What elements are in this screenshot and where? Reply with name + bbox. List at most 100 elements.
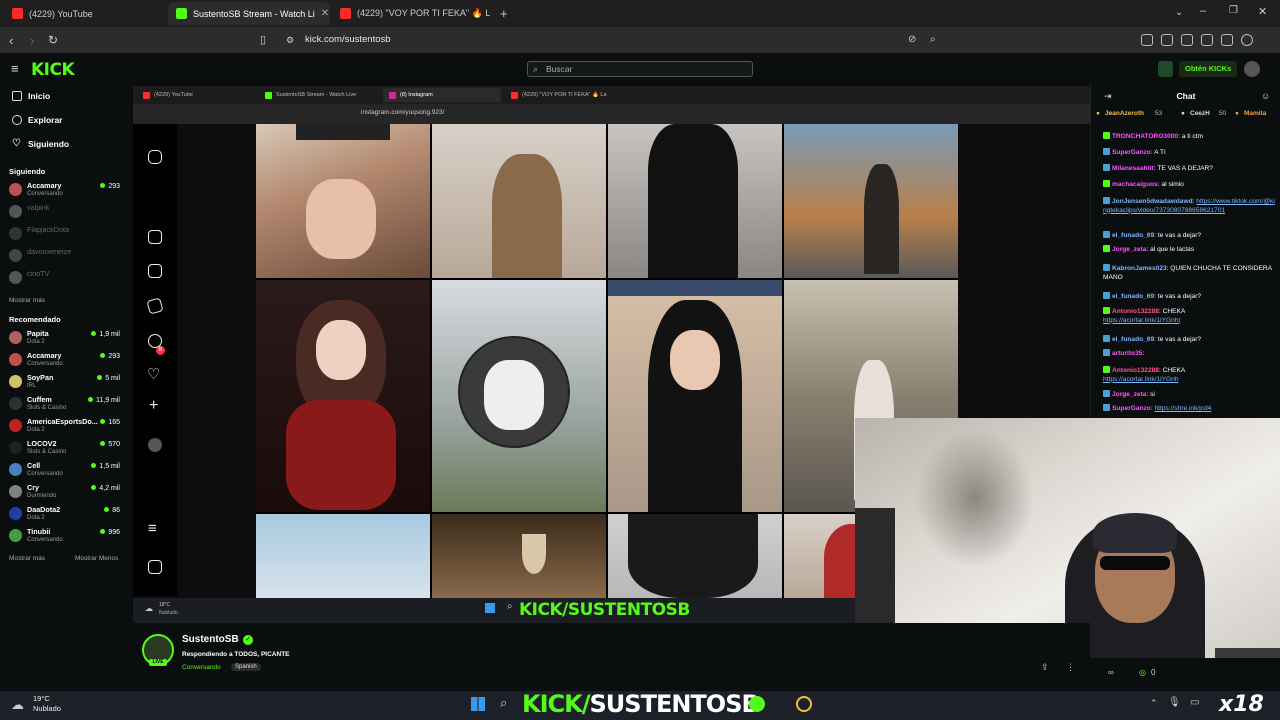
sidebar-channel[interactable]: DaaDota2 Dota 2 86: [9, 505, 124, 525]
sidebar-channel[interactable]: LOCOV2 Slots & Casino 570: [9, 439, 124, 459]
browser-tab-kick[interactable]: SustentoSB Stream - Watch Li ✕: [168, 2, 330, 25]
taskbar-weather[interactable]: 19°C Nublado: [33, 694, 61, 714]
downloads-icon[interactable]: [1221, 34, 1233, 46]
chat-username[interactable]: Jorge_zeta: [1112, 391, 1146, 398]
viewer-count: 86: [104, 507, 120, 514]
show-less-recommended[interactable]: Mostrar Menos: [75, 555, 118, 562]
close-tab-icon[interactable]: ✕: [490, 8, 494, 19]
mute-site-icon[interactable]: ⊘: [908, 34, 916, 45]
new-tab-icon[interactable]: +: [500, 6, 508, 21]
close-tab-icon[interactable]: ✕: [315, 8, 329, 19]
close-window-icon[interactable]: ✕: [1258, 5, 1267, 18]
vpn-icon[interactable]: [1241, 34, 1253, 46]
browser-tab-youtube-2[interactable]: (4229) "VOY POR TI FEKA" 🔥 L ✕: [332, 2, 494, 25]
minimize-icon[interactable]: –: [1200, 5, 1206, 17]
weather-desc: Nublado: [33, 704, 61, 713]
nav-home[interactable]: Inicio: [12, 91, 50, 101]
sidebar-channel[interactable]: Accamary Conversando 293: [9, 351, 124, 371]
share-icon[interactable]: ⇪: [1041, 662, 1049, 673]
ig-threads-icon: [148, 560, 162, 574]
chat-username[interactable]: machacaiguos: [1112, 181, 1158, 188]
maximize-icon[interactable]: ❐: [1229, 5, 1238, 16]
sidebar-toggle-icon[interactable]: [1181, 34, 1193, 46]
microphone-icon[interactable]: 🎙: [1168, 697, 1181, 708]
chat-users-icon[interactable]: ☺: [1261, 91, 1270, 101]
chat-username[interactable]: arturito35: [1112, 350, 1142, 357]
chat-username[interactable]: Jorge_zeta: [1112, 246, 1146, 253]
sidebar-channel[interactable]: Accamary Conversando 293: [9, 181, 124, 201]
sidebar-channel[interactable]: valpink: [9, 203, 124, 223]
network-icon[interactable]: ▭: [1190, 697, 1199, 708]
tray-chevron-icon[interactable]: ⌃: [1150, 698, 1158, 709]
chat-username[interactable]: Antonio132288: [1112, 308, 1159, 315]
channel-avatar: [9, 397, 22, 410]
sidebar-channel[interactable]: Tinubii Conversando 996: [9, 527, 124, 547]
gifter-icon: ●: [1096, 110, 1100, 117]
sidebar-channel[interactable]: Cry Durmiendo 4,2 mil: [9, 483, 124, 503]
chat-message: TRONCHATORO3000: a ti ctm: [1103, 132, 1275, 142]
sidebar-channel[interactable]: SoyPan IRL 5 mil: [9, 373, 124, 393]
sidebar-channel[interactable]: cirioTV: [9, 269, 124, 289]
taskbar-search-icon[interactable]: ⌕: [500, 695, 507, 711]
show-more-recommended[interactable]: Mostrar más: [9, 555, 45, 562]
chat-username[interactable]: SuperGanzo: [1112, 405, 1151, 412]
chat-username[interactable]: el_funado_69: [1112, 232, 1154, 239]
sidebar-channel[interactable]: Cuffem Slots & Casino 11,9 mil: [9, 395, 124, 415]
chat-link[interactable]: https://shre.ink/jcd4: [1155, 405, 1212, 412]
chat-emote-icon[interactable]: ∞: [1108, 668, 1114, 677]
chat-username[interactable]: KabronJames023: [1112, 265, 1167, 272]
browser-tab-youtube[interactable]: (4229) YouTube: [4, 2, 166, 25]
ig-reels-icon: [148, 264, 162, 278]
sidebar-channel[interactable]: FlapjackDota: [9, 225, 124, 245]
show-more-following[interactable]: Mostrar más: [9, 297, 45, 304]
kick-logo[interactable]: KICK: [31, 60, 75, 80]
nav-following[interactable]: ♡ Siguiendo: [12, 139, 69, 150]
more-options-icon[interactable]: ⋮: [1066, 662, 1075, 673]
reload-icon[interactable]: ↻: [48, 33, 58, 47]
hamburger-icon[interactable]: ≡: [11, 61, 19, 76]
chat-username[interactable]: Milanesaahitt: [1112, 165, 1154, 172]
channel-category: Slots & Casino: [27, 449, 67, 455]
chat-link[interactable]: https://acortar.link/1lYGnh: [1103, 376, 1179, 383]
user-avatar[interactable]: [1244, 61, 1260, 77]
chat-message: Jorge_zeta: si: [1103, 390, 1275, 400]
chrome-taskbar-icon[interactable]: [796, 696, 812, 712]
chat-username[interactable]: Antonio132288: [1112, 367, 1159, 374]
chat-badge-icon: [1103, 148, 1110, 155]
extensions-icon[interactable]: [1141, 34, 1153, 46]
sidebar-channel[interactable]: Cell Conversando 1,5 mil: [9, 461, 124, 481]
instagram-logo-icon: [148, 150, 162, 164]
kicks-wallet-icon[interactable]: [1158, 61, 1173, 77]
language-tag[interactable]: Spanish: [231, 663, 261, 671]
media-icon[interactable]: [1161, 34, 1173, 46]
windows-start-icon[interactable]: [471, 697, 485, 711]
wallet-icon[interactable]: [1201, 34, 1213, 46]
back-icon[interactable]: ‹: [9, 33, 13, 48]
sidebar-channel[interactable]: davooxeneize: [9, 247, 124, 267]
chat-link[interactable]: https://acortar.link/1lYGnh(: [1103, 317, 1181, 324]
bookmark-icon[interactable]: ▯: [260, 33, 266, 46]
channel-name: AmericaEsportsDo...: [27, 417, 98, 426]
site-info-icon[interactable]: ⚙: [286, 35, 294, 46]
chat-username[interactable]: SuperGanzo: [1112, 149, 1151, 156]
nav-explore[interactable]: Explorar: [12, 115, 63, 125]
url-text[interactable]: kick.com/sustentosb: [305, 34, 391, 45]
chat-username[interactable]: el_funado_69: [1112, 293, 1154, 300]
tab-list-icon[interactable]: ⌄: [1175, 7, 1183, 18]
search-input[interactable]: ⌕ Buscar: [527, 61, 753, 77]
stream-category[interactable]: Conversando: [182, 664, 221, 671]
forward-icon[interactable]: ›: [30, 33, 34, 48]
get-kicks-button[interactable]: Obtén KICKs: [1179, 61, 1238, 77]
chat-username[interactable]: JonJensen5dwadawdawd: [1112, 198, 1193, 205]
chat-badge-icon: [1103, 307, 1110, 314]
channel-avatar: [9, 529, 22, 542]
streamer-name[interactable]: SustentoSB: [182, 634, 239, 645]
chat-badge-icon: [1103, 245, 1110, 252]
chat-username[interactable]: el_funado_69: [1112, 336, 1154, 343]
kick-channel-overlay-large: KICK/SUSTENTOSB: [522, 690, 760, 718]
chat-username[interactable]: TRONCHATORO3000: [1112, 133, 1178, 140]
sidebar-channel[interactable]: AmericaEsportsDo... Dota 2 165: [9, 417, 124, 437]
zoom-icon[interactable]: ⌕: [930, 34, 936, 45]
sidebar-channel[interactable]: Papita Dota 2 1,9 mil: [9, 329, 124, 349]
inner-tab: (4229) YouTube: [137, 88, 257, 102]
